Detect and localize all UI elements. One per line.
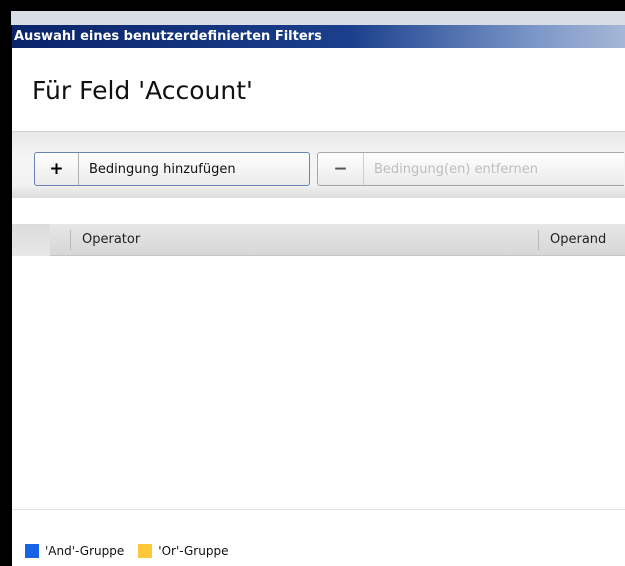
add-condition-button[interactable]: + Bedingung hinzufügen (34, 152, 310, 186)
dialog-title: Auswahl eines benutzerdefinierten Filter… (14, 29, 322, 44)
group-legend: 'And'-Gruppe 'Or'-Gruppe (25, 542, 242, 560)
legend-label-and: 'And'-Gruppe (45, 544, 125, 558)
minus-icon: − (318, 153, 364, 185)
grid-divider (12, 509, 625, 510)
column-divider[interactable] (70, 230, 71, 250)
grid-header: Operator Operand (50, 224, 625, 256)
window-frame-strip (11, 11, 625, 25)
conditions-grid-body[interactable] (12, 256, 625, 509)
dialog-content: Für Feld 'Account' + Bedingung hinzufüge… (12, 48, 625, 566)
column-divider[interactable] (538, 230, 539, 250)
remove-condition-button[interactable]: − Bedingung(en) entfernen (317, 152, 624, 186)
remove-condition-label: Bedingung(en) entfernen (374, 161, 539, 177)
window-frame-top (0, 0, 625, 11)
column-header-operator[interactable]: Operator (82, 224, 140, 256)
legend-item-or: 'Or'-Gruppe (138, 544, 228, 558)
grid-row-header-corner (12, 224, 50, 256)
plus-icon: + (35, 153, 79, 185)
column-header-operand[interactable]: Operand (550, 224, 606, 256)
legend-label-or: 'Or'-Gruppe (158, 544, 229, 558)
and-group-color-swatch (25, 544, 39, 558)
window-frame-left (0, 0, 12, 566)
add-condition-label: Bedingung hinzufügen (89, 161, 236, 177)
or-group-color-swatch (138, 544, 153, 558)
page-title: Für Feld 'Account' (32, 76, 253, 105)
legend-item-and: 'And'-Gruppe (25, 544, 124, 558)
dialog-titlebar[interactable]: Auswahl eines benutzerdefinierten Filter… (12, 25, 625, 48)
